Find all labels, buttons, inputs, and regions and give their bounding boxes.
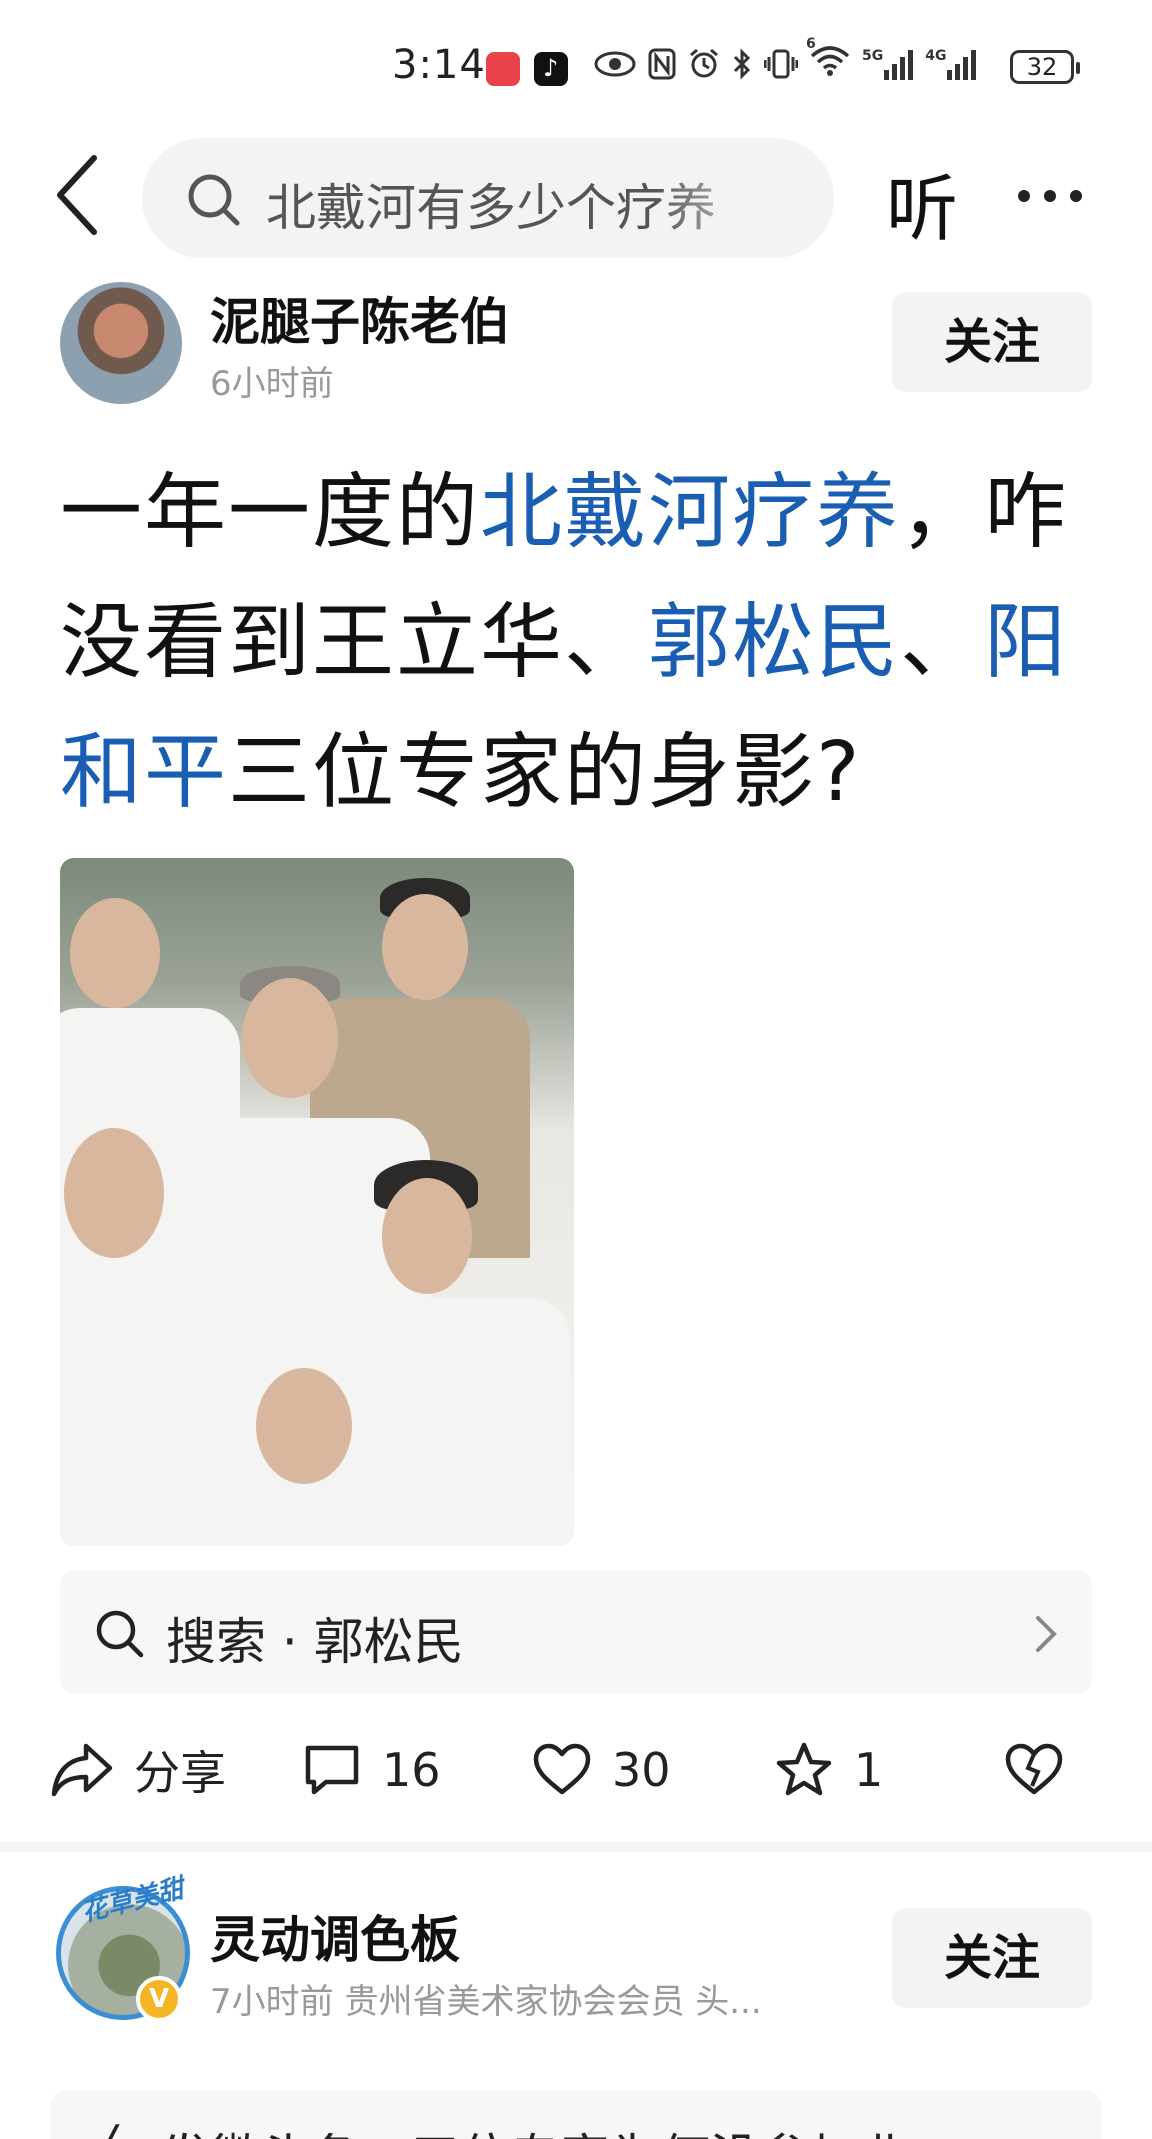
wifi-icon: 6 [806,36,850,84]
broken-heart-icon [1005,1743,1063,1795]
signal-5g-icon: 5G [862,48,914,80]
chevron-right-icon [1036,1616,1057,1652]
tiktok-app-icon [534,52,568,86]
search-bar[interactable]: 北戴河有多少个疗养 [142,138,834,258]
follow-button[interactable]: 关注 [892,292,1092,392]
battery-indicator: 32 [1010,50,1080,84]
back-button[interactable] [48,150,108,240]
photo-figure [382,894,468,1000]
comment-icon [305,1745,359,1795]
author-name[interactable]: 灵动调色板 [210,1900,460,1972]
verified-badge-icon: V [136,1976,182,2022]
post-text-part: 一年一度的 [60,465,481,560]
alarm-icon [690,48,718,78]
post-text-part: 、 [900,595,985,690]
related-search[interactable]: 搜索 · 郭松民 [60,1570,1092,1694]
dislike-button[interactable] [1004,1720,1064,1820]
like-button[interactable]: 30 [532,1720,671,1820]
next-post-text: 发微头条，三位专家为何没参加北 [160,2118,910,2139]
next-post-preview[interactable]: ╱ 发微头条，三位专家为何没参加北 [50,2090,1102,2139]
photo-figure [256,1368,352,1484]
author-meta: 7小时前 贵州省美术家协会会员 头... [210,1982,762,2022]
listen-button[interactable]: 听 [886,150,958,255]
share-button[interactable]: 分享 [50,1720,226,1820]
chevron-left-icon [57,155,97,235]
post-text-part: 三位专家的身影? [228,725,862,820]
feed-divider [0,1842,1152,1852]
star-icon [776,1742,832,1796]
status-bar: 3:14 6 5G 4G 32 [0,0,1152,130]
status-time: 3:14 [392,42,486,88]
signal-4g-icon: 4G [925,48,977,80]
search-query: 北戴河有多少个疗养 [266,179,716,237]
search-icon [188,174,240,226]
like-count: 30 [612,1743,671,1797]
more-dot-icon [1018,190,1030,202]
photo-figure [242,978,338,1098]
topic-link[interactable]: 郭松民 [648,595,900,690]
action-bar: 分享 16 30 1 [0,1720,1152,1820]
bluetooth-icon [733,48,751,80]
eye-icon [594,51,636,77]
status-icons: 6 5G 4G [594,36,977,84]
huawei-app-icon [486,52,520,86]
photo-figure [382,1178,472,1294]
share-label: 分享 [134,1746,226,1800]
related-search-text: 搜索 · 郭松民 [166,1613,464,1671]
post-photo[interactable] [60,858,574,1546]
comment-button[interactable]: 16 [302,1720,441,1820]
signal-5g-label: 5G [862,48,884,64]
signal-4g-label: 4G [925,48,947,64]
search-icon [96,1610,144,1658]
topic-link[interactable]: 北戴河疗养 [480,465,900,560]
favorite-count: 1 [854,1743,884,1797]
favorite-button[interactable]: 1 [774,1720,883,1820]
more-options-button[interactable] [1018,176,1098,216]
comment-count: 16 [382,1743,441,1797]
follow-button[interactable]: 关注 [892,1908,1092,2008]
vibrate-icon [764,49,798,79]
post-time: 6小时前 [210,364,334,404]
wifi-label: 6 [806,36,816,52]
share-icon [51,1743,113,1797]
author-avatar[interactable] [60,282,182,404]
pen-icon: ╱ [90,2124,118,2139]
heart-icon [533,1743,591,1795]
author-name[interactable]: 泥腿子陈老伯 [210,282,510,354]
post-content: 一年一度的北戴河疗养，咋没看到王立华、郭松民、阳和平三位专家的身影? [60,448,1080,838]
photo-figure [70,898,160,1008]
nfc-icon [648,48,676,80]
more-dot-icon [1044,190,1056,202]
photo-figure [64,1128,164,1258]
more-dot-icon [1070,190,1082,202]
